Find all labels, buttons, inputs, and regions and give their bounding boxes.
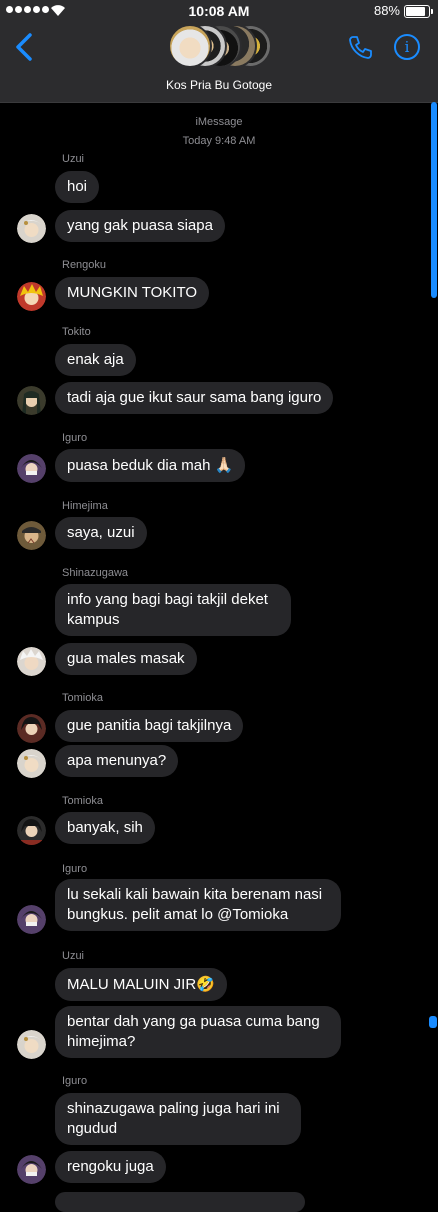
message-bubble[interactable]: yang gak puasa siapa bbox=[55, 210, 225, 242]
message-bubble[interactable]: MALU MALUIN JIR🤣 bbox=[55, 968, 227, 1001]
chevron-left-icon[interactable] bbox=[12, 30, 36, 64]
message-bubble[interactable]: shinazugawa paling juga hari ini ngudud bbox=[55, 1093, 301, 1145]
avatar[interactable] bbox=[17, 521, 46, 550]
navigation-header: 10:08 AM 88% Kos Pria Bu Gotoge i bbox=[0, 0, 438, 103]
message-sender: Rengoku bbox=[62, 259, 107, 271]
message-bubble[interactable]: bentar dah yang ga puasa cuma bang himej… bbox=[55, 1006, 341, 1058]
avatar[interactable] bbox=[17, 905, 46, 934]
avatar[interactable] bbox=[17, 1155, 46, 1184]
group-avatar bbox=[168, 24, 212, 68]
avatar[interactable] bbox=[17, 1030, 46, 1059]
message-bubble[interactable]: gua males masak bbox=[55, 643, 197, 675]
message-bubble[interactable]: banyak, sih bbox=[55, 812, 155, 844]
message-sender: Uzui bbox=[62, 950, 85, 962]
scrollbar-indicator[interactable] bbox=[431, 102, 437, 298]
status-time: 10:08 AM bbox=[188, 3, 250, 19]
message-bubble[interactable]: puasa beduk dia mah 🙏🏻 bbox=[55, 449, 246, 482]
avatar[interactable] bbox=[17, 714, 46, 743]
message-sender: Shinazugawa bbox=[62, 567, 129, 579]
avatar[interactable] bbox=[17, 749, 46, 778]
thread-service-label: iMessage bbox=[195, 116, 243, 128]
phone-icon[interactable] bbox=[348, 34, 374, 60]
message-sender: Iguro bbox=[62, 1075, 88, 1087]
message-bubble[interactable]: enak aja bbox=[55, 344, 136, 376]
battery-percentage: 88% bbox=[373, 3, 400, 18]
info-icon[interactable]: i bbox=[394, 34, 420, 60]
scrollbar-thumb[interactable] bbox=[429, 1016, 437, 1028]
message-bubble[interactable]: hoi bbox=[55, 171, 100, 203]
message-bubble[interactable]: tadi aja gue ikut saur sama bang iguro bbox=[55, 382, 334, 414]
avatar[interactable] bbox=[17, 454, 46, 483]
message-bubble[interactable]: gue panitia bagi takjilnya bbox=[55, 710, 244, 742]
status-bar: 10:08 AM 88% bbox=[0, 0, 438, 22]
message-sender: Uzui bbox=[62, 153, 85, 165]
avatar[interactable] bbox=[17, 647, 46, 676]
message-bubble[interactable]: apa menunya? bbox=[55, 745, 179, 777]
battery-icon bbox=[404, 5, 433, 18]
message-bubble[interactable]: rengoku juga bbox=[55, 1151, 166, 1183]
message-sender: Tomioka bbox=[62, 795, 103, 807]
message-bubble[interactable]: lu sekali kali bawain kita berenam nasi … bbox=[55, 879, 341, 931]
rofl-emoji-icon: 🤣 bbox=[196, 975, 215, 993]
avatar[interactable] bbox=[17, 816, 46, 845]
avatar[interactable] bbox=[17, 214, 46, 243]
message-sender: Tomioka bbox=[62, 692, 103, 704]
group-avatar-stack[interactable] bbox=[168, 24, 272, 70]
message-bubble[interactable]: MUNGKIN TOKITO bbox=[55, 277, 210, 309]
message-sender: Himejima bbox=[62, 500, 108, 512]
message-bubble-partial[interactable] bbox=[55, 1192, 305, 1212]
pray-emoji-icon: 🙏🏻 bbox=[214, 456, 234, 474]
message-sender: Iguro bbox=[62, 863, 88, 875]
avatar[interactable] bbox=[17, 386, 46, 415]
message-bubble[interactable]: saya, uzui bbox=[55, 517, 147, 549]
message-bubble[interactable]: info yang bagi bagi takjil deket kampus bbox=[55, 584, 291, 636]
conversation-title[interactable]: Kos Pria Bu Gotoge bbox=[0, 78, 438, 92]
avatar[interactable] bbox=[17, 282, 46, 311]
message-sender: Iguro bbox=[62, 432, 88, 444]
message-sender: Tokito bbox=[62, 326, 91, 338]
thread-timestamp: Today 9:48 AM bbox=[182, 135, 256, 147]
